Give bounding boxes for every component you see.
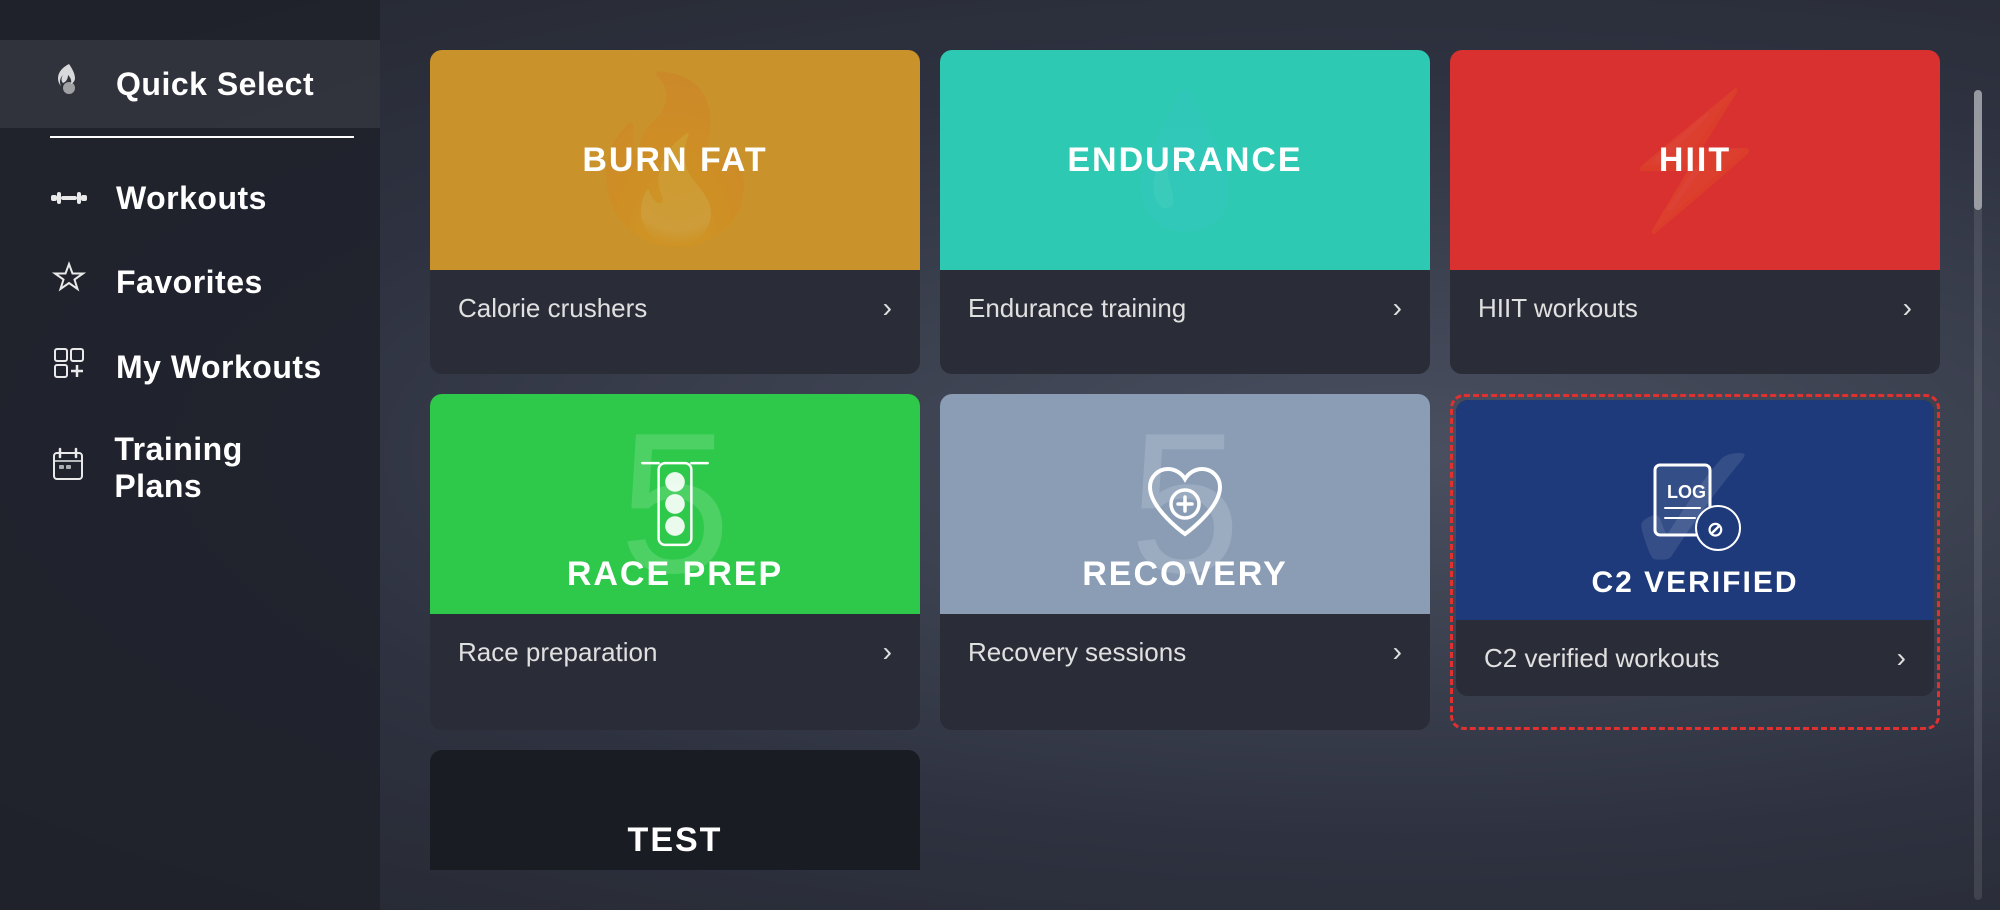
card-endurance-image: 💧 ENDURANCE [940,50,1430,270]
card-recovery-label: Recovery sessions [968,637,1186,668]
card-race-prep[interactable]: 5 RACE PREP Race preparation › [430,394,920,730]
card-c2-verified-footer[interactable]: C2 verified workouts › [1456,620,1934,696]
svg-text:⊘: ⊘ [1707,519,1724,541]
sidebar-item-training-plans[interactable]: Training Plans [0,409,380,527]
card-recovery-title: RECOVERY [940,555,1430,594]
card-endurance-label: Endurance training [968,293,1186,324]
card-burn-fat-arrow: › [883,292,892,324]
sidebar: Quick Select Workouts Favorite [0,0,380,910]
card-race-prep-image: 5 RACE PREP [430,394,920,614]
card-recovery[interactable]: 5 RECOVERY Recovery sessions › [940,394,1430,730]
workout-grid: 🔥 BURN FAT Calorie crushers › 💧 ENDURANC… [430,50,1940,730]
card-hiit-title: HIIT [1659,141,1731,180]
sidebar-item-workouts[interactable]: Workouts [0,158,380,239]
card-c2-verified-title: C2 VERIFIED [1456,566,1934,600]
svg-text:LOG: LOG [1667,482,1706,502]
dumbbell-icon [50,180,88,217]
sidebar-label-workouts: Workouts [116,180,267,217]
card-endurance-arrow: › [1393,292,1402,324]
card-burn-fat[interactable]: 🔥 BURN FAT Calorie crushers › [430,50,920,374]
card-c2-verified-highlight: ✓ LOG ⊘ C2 VERIFIED [1450,394,1940,730]
card-hiit-label: HIIT workouts [1478,293,1638,324]
app-container: Quick Select Workouts Favorite [0,0,2000,910]
card-recovery-footer[interactable]: Recovery sessions › [940,614,1430,690]
card-hiit-image: ⚡ HIIT [1450,50,1940,270]
race-prep-stoplight-icon [630,459,720,549]
scrollbar-track [1974,90,1982,900]
card-c2-verified-arrow: › [1897,642,1906,674]
card-race-prep-arrow: › [883,636,892,668]
card-endurance-footer[interactable]: Endurance training › [940,270,1430,346]
card-race-prep-label: Race preparation [458,637,657,668]
star-icon [50,261,88,303]
card-test-partial[interactable]: TEST [430,750,920,870]
card-burn-fat-label: Calorie crushers [458,293,647,324]
sidebar-label-training-plans: Training Plans [114,431,330,505]
sidebar-label-quick-select: Quick Select [116,66,314,103]
card-race-prep-title: RACE PREP [430,555,920,594]
card-c2-verified-label: C2 verified workouts [1484,643,1720,674]
card-endurance-title: ENDURANCE [1067,141,1302,180]
scrollbar[interactable] [1974,50,1982,860]
card-c2-verified-image: ✓ LOG ⊘ C2 VERIFIED [1456,400,1934,620]
card-endurance[interactable]: 💧 ENDURANCE Endurance training › [940,50,1430,374]
card-burn-fat-image: 🔥 BURN FAT [430,50,920,270]
sidebar-label-favorites: Favorites [116,264,263,301]
sidebar-item-my-workouts[interactable]: My Workouts [0,325,380,409]
card-burn-fat-footer[interactable]: Calorie crushers › [430,270,920,346]
sidebar-item-quick-select[interactable]: Quick Select [0,40,380,128]
scrollbar-thumb[interactable] [1974,90,1982,210]
card-recovery-image: 5 RECOVERY [940,394,1430,614]
card-recovery-arrow: › [1393,636,1402,668]
main-content: 🔥 BURN FAT Calorie crushers › 💧 ENDURANC… [380,0,2000,910]
calendar-icon [50,447,86,489]
recovery-heart-icon [1140,459,1230,549]
sidebar-divider [50,136,354,138]
sidebar-item-favorites[interactable]: Favorites [0,239,380,325]
card-c2-verified[interactable]: ✓ LOG ⊘ C2 VERIFIED [1456,400,1934,696]
card-burn-fat-title: BURN FAT [582,141,767,180]
card-race-prep-footer[interactable]: Race preparation › [430,614,920,690]
card-hiit[interactable]: ⚡ HIIT HIIT workouts › [1450,50,1940,374]
c2-verified-log-icon: LOG ⊘ [1640,460,1750,560]
card-test-label: TEST [628,821,723,860]
flame-icon [50,62,88,106]
grid-icon [50,347,88,387]
sidebar-label-my-workouts: My Workouts [116,349,322,386]
card-hiit-footer[interactable]: HIIT workouts › [1450,270,1940,346]
card-hiit-arrow: › [1903,292,1912,324]
